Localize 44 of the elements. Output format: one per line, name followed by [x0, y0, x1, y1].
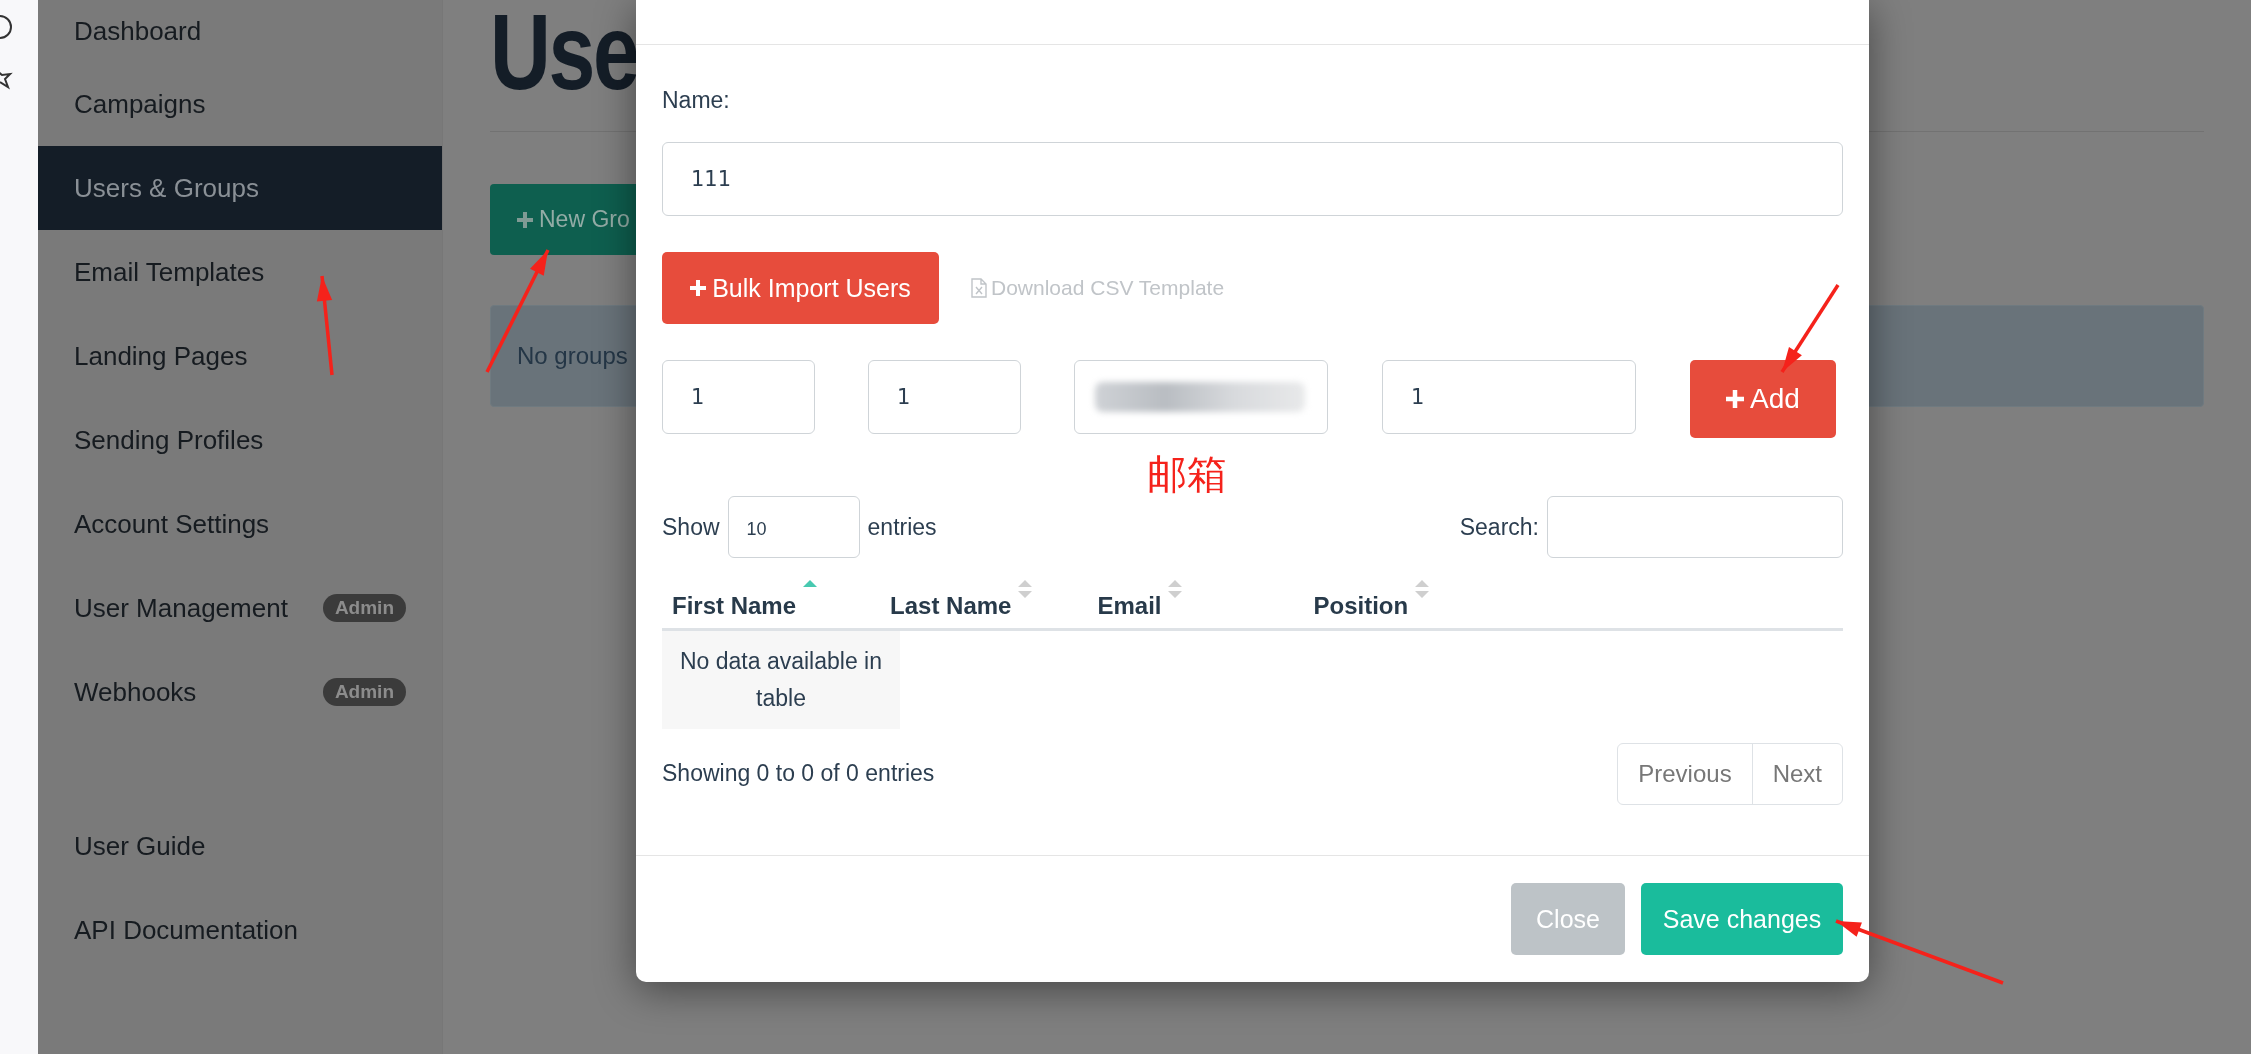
column-header[interactable]: First Name: [672, 592, 797, 620]
sidebar-item[interactable]: API Documentation: [38, 888, 442, 972]
entries-label: entries: [867, 513, 937, 541]
page-size-select[interactable]: 10: [727, 496, 860, 558]
annotation-text: 邮箱: [1147, 450, 1227, 499]
table-cell: No data available in table: [662, 631, 900, 729]
sidebar-item[interactable]: Account Settings: [38, 482, 442, 566]
sidebar-item[interactable]: User Management Admin: [38, 566, 442, 650]
column-header[interactable]: Email: [1097, 592, 1162, 620]
name-field[interactable]: 111: [662, 142, 1843, 216]
bulk-import-button[interactable]: Bulk Import Users: [662, 252, 939, 324]
sidebar-item[interactable]: Sending Profiles: [38, 398, 442, 482]
search-label: Search:: [1459, 513, 1539, 541]
sidebar-item[interactable]: Landing Pages: [38, 314, 442, 398]
page-title: Use: [490, 0, 638, 102]
input-field[interactable]: 1: [1382, 360, 1636, 434]
search-field[interactable]: [1547, 496, 1843, 558]
sidebar-item[interactable]: Dashboard: [38, 0, 442, 62]
file-icon: [971, 278, 987, 298]
admin-badge: Admin: [322, 678, 406, 706]
sidebar-item[interactable]: Email Templates: [38, 230, 442, 314]
pagination-button[interactable]: Next: [1751, 743, 1842, 804]
sidebar-item[interactable]: Campaigns: [38, 62, 442, 146]
sort-icon[interactable]: [1167, 578, 1184, 600]
sort-icon[interactable]: [1017, 578, 1034, 600]
sidebar-item[interactable]: Users & Groups: [38, 146, 442, 230]
plus-icon: [690, 280, 707, 296]
field-label: Name:: [662, 87, 731, 114]
admin-badge: Admin: [322, 594, 406, 622]
pagination-button[interactable]: Previous: [1618, 743, 1752, 804]
plus-icon: [1726, 390, 1745, 408]
save-button[interactable]: Save changes: [1641, 883, 1843, 955]
input-field[interactable]: 1: [662, 360, 815, 434]
show-label: Show: [662, 513, 720, 541]
add-button[interactable]: Add: [1690, 360, 1836, 438]
table-info: Showing 0 to 0 of 0 entries: [662, 760, 935, 788]
column-header[interactable]: Position: [1313, 592, 1409, 620]
sort-icon[interactable]: [1414, 578, 1431, 600]
plus-icon: [517, 211, 533, 228]
input-field[interactable]: [1074, 360, 1328, 434]
sidebar-item[interactable]: User Guide: [38, 804, 442, 888]
input-field[interactable]: 1: [868, 360, 1021, 434]
column-header[interactable]: Last Name: [890, 592, 1012, 620]
sidebar-item[interactable]: Webhooks Admin: [38, 650, 442, 734]
